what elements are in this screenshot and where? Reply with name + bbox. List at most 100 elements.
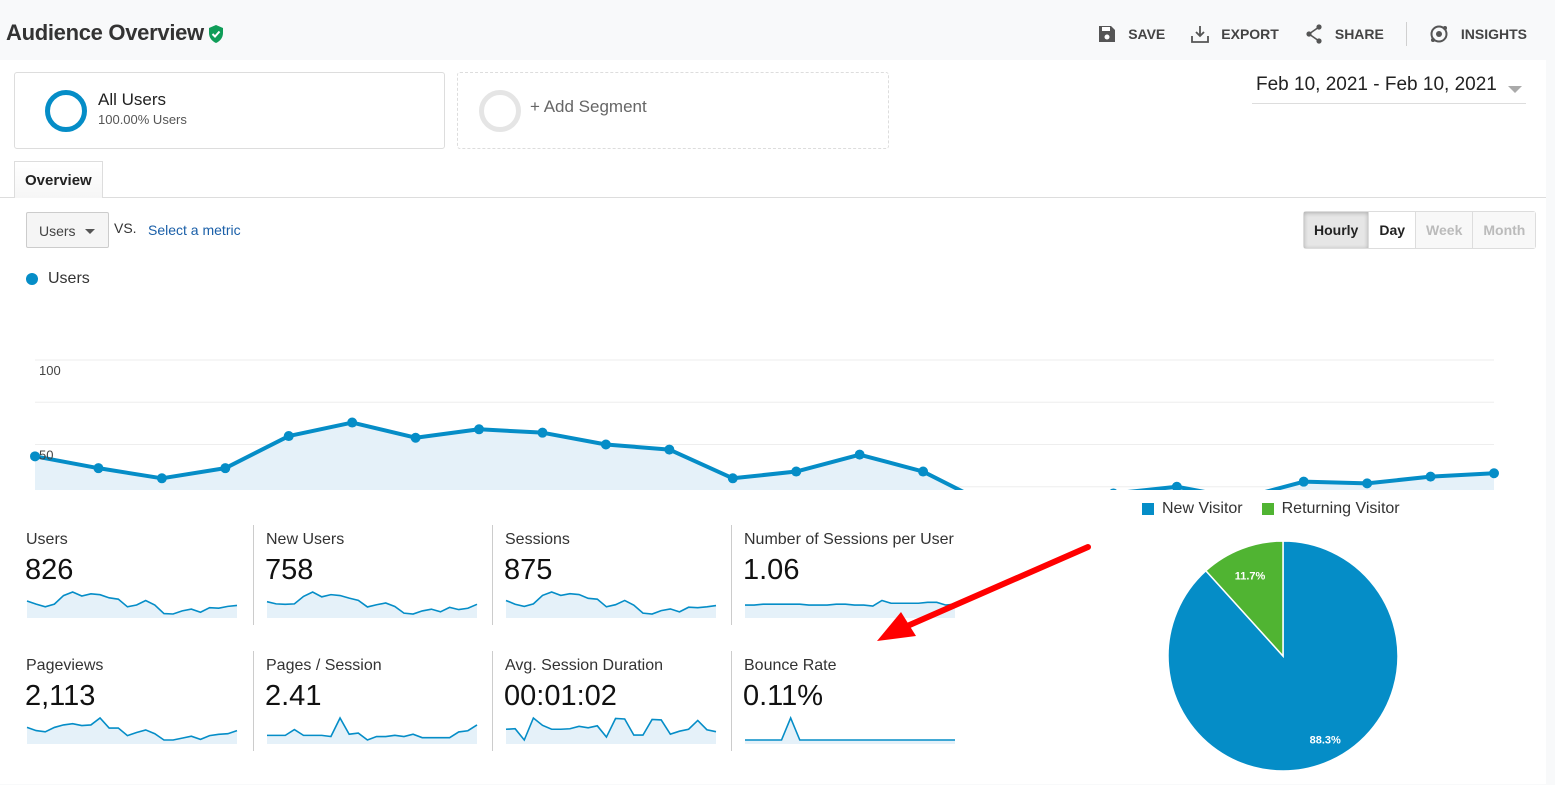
metric-label: Bounce Rate <box>744 657 837 674</box>
metric-card[interactable]: Users 826 <box>14 525 253 625</box>
empty-segment-ring-icon <box>479 90 521 132</box>
pie-legend-new-visitor[interactable]: New Visitor <box>1142 500 1243 518</box>
metric-label: Users <box>26 531 68 548</box>
users-line-chart: 10050...2:00 AM4:00 AM6:00 AM8:00 AM10:0… <box>30 359 1499 490</box>
metric-label: New Users <box>266 531 345 548</box>
pie-legend-label: Returning Visitor <box>1281 500 1400 517</box>
metric-label: Pages / Session <box>266 657 382 674</box>
metric-card[interactable]: Pages / Session 2.41 <box>253 651 492 751</box>
metric-value: 875 <box>504 554 553 586</box>
area-fill <box>35 422 1494 490</box>
metric-card[interactable]: Avg. Session Duration 00:01:02 <box>492 651 731 751</box>
sparkline <box>266 591 478 618</box>
data-point <box>727 473 738 484</box>
data-point <box>664 444 675 455</box>
pie-legend-label: New Visitor <box>1162 500 1243 517</box>
insights-button[interactable]: INSIGHTS <box>1429 24 1527 44</box>
pie-legend-returning-visitor[interactable]: Returning Visitor <box>1261 500 1400 518</box>
metric-value: 1.06 <box>743 554 800 586</box>
segment-all-users[interactable]: All Users 100.00% Users <box>14 72 445 149</box>
metric-value: 2,113 <box>25 680 96 712</box>
metric-card[interactable]: Bounce Rate 0.11% <box>731 651 970 751</box>
chevron-down-icon <box>1508 86 1522 93</box>
data-point <box>1362 478 1373 489</box>
legend-square-icon <box>1142 503 1154 515</box>
sparkline <box>267 716 478 744</box>
page-title: Audience Overview <box>6 20 204 45</box>
sparkline-line <box>745 715 955 741</box>
pie-slice-label: 88.3% <box>1310 735 1341 747</box>
insights-label: INSIGHTS <box>1460 26 1527 42</box>
granularity-toggle: Hourly Day Week Month <box>1303 211 1537 249</box>
save-label: SAVE <box>1128 26 1166 42</box>
metric-value: 826 <box>25 554 74 586</box>
add-segment-label: + Add Segment <box>530 97 647 116</box>
sparkline <box>505 716 717 744</box>
top-bar: Audience Overview SAVE EXPORT SHARE INSI… <box>0 0 1555 60</box>
pie-legend: New Visitor Returning Visitor <box>1142 500 1419 518</box>
metric-card[interactable]: Sessions 875 <box>492 525 731 625</box>
data-point <box>1171 481 1182 490</box>
sparkline <box>745 715 955 744</box>
data-point <box>156 473 167 484</box>
metric-select[interactable]: Users <box>26 212 109 248</box>
actions-divider <box>1405 22 1407 46</box>
y-tick-label: 100 <box>39 363 61 378</box>
metric-label: Pageviews <box>26 657 104 674</box>
data-point <box>600 439 611 450</box>
day-button[interactable]: Day <box>1368 212 1416 248</box>
sparkline <box>26 716 238 744</box>
metric-label: Number of Sessions per User <box>744 531 954 548</box>
sparkline-area <box>27 718 237 744</box>
sparkline <box>26 591 238 618</box>
data-point <box>93 463 104 474</box>
chart-legend: Users <box>26 270 90 288</box>
metric-label: Sessions <box>505 531 570 548</box>
caret-down-icon <box>85 229 95 234</box>
data-point <box>1489 468 1499 479</box>
insights-icon <box>1430 25 1448 43</box>
data-point <box>220 463 231 474</box>
download-icon <box>1191 26 1210 43</box>
save-button[interactable]: SAVE <box>1098 25 1165 43</box>
data-point <box>791 466 802 477</box>
metric-value: 2.41 <box>265 680 322 712</box>
share-label: SHARE <box>1334 26 1384 42</box>
metric-card[interactable]: New Users 758 <box>253 525 492 625</box>
visitor-pie-chart: 88.3% 11.7% <box>1167 540 1399 772</box>
data-point <box>410 432 421 443</box>
add-segment-button[interactable]: + Add Segment <box>457 72 889 149</box>
metric-card[interactable]: Pageviews 2,113 <box>14 651 253 751</box>
metric-label: Avg. Session Duration <box>505 657 664 674</box>
data-point <box>347 417 358 428</box>
report-actions: SAVE EXPORT SHARE INSIGHTS <box>1072 22 1527 46</box>
segment-name: All Users <box>98 90 167 109</box>
data-point <box>1425 471 1436 482</box>
share-button[interactable]: SHARE <box>1305 24 1384 44</box>
data-point <box>537 427 548 438</box>
sparkline-area <box>267 718 477 744</box>
tab-overview[interactable]: Overview <box>14 161 103 198</box>
date-range-text: Feb 10, 2021 - Feb 10, 2021 <box>1256 74 1497 95</box>
metric-select-value: Users <box>39 223 76 239</box>
data-point <box>918 466 929 477</box>
hourly-button[interactable]: Hourly <box>1304 212 1369 248</box>
export-button[interactable]: EXPORT <box>1191 25 1279 43</box>
date-range-picker[interactable]: Feb 10, 2021 - Feb 10, 2021 <box>1252 74 1526 104</box>
sparkline <box>505 591 717 618</box>
week-button: Week <box>1415 212 1473 248</box>
data-point <box>1109 488 1117 490</box>
data-point <box>283 431 294 442</box>
segment-percentage: 100.00% Users <box>98 112 187 127</box>
legend-dot-icon <box>26 273 38 285</box>
report-panel: All Users 100.00% Users + Add Segment Fe… <box>0 60 1546 784</box>
sparkline-area <box>267 592 477 618</box>
legend-label: Users <box>48 270 90 287</box>
select-metric-link[interactable]: Select a metric <box>148 222 241 238</box>
segment-ring-icon <box>45 90 87 132</box>
save-icon <box>1099 26 1116 42</box>
data-point <box>1298 476 1309 487</box>
export-label: EXPORT <box>1221 26 1279 42</box>
metric-card[interactable]: Number of Sessions per User 1.06 <box>731 525 970 625</box>
data-point <box>474 424 485 435</box>
